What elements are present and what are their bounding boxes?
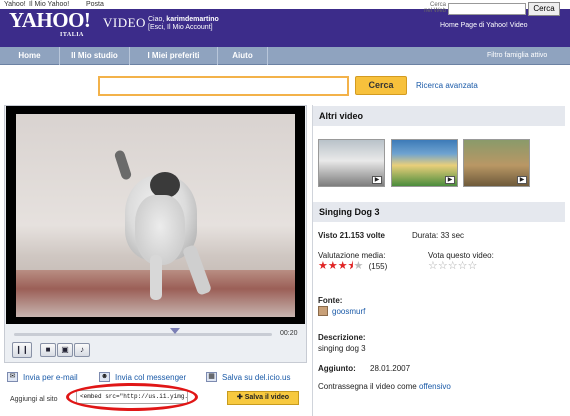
dog-head xyxy=(135,195,185,265)
star-icon: ★ xyxy=(318,260,328,272)
view-count: Visto 21.153 volte xyxy=(318,231,385,240)
main-nav: Home Il Mio studio I Miei preferiti Aiut… xyxy=(0,47,570,65)
scrubber-handle[interactable] xyxy=(170,328,180,334)
nav-mio-studio[interactable]: Il Mio studio xyxy=(60,47,130,65)
flag-text: Contrassegna il video come xyxy=(318,382,417,391)
share-email-link[interactable]: Invia per e-mail xyxy=(23,373,78,382)
share-delicious-link[interactable]: Salva su del.icio.us xyxy=(222,373,290,382)
vote-label: Vota questo video: xyxy=(428,251,494,260)
star-icon: ★ xyxy=(337,260,348,272)
plus-icon: ✚ xyxy=(236,394,245,401)
rating-count: (155) xyxy=(368,262,388,271)
source-label: Fonte: xyxy=(318,296,343,305)
timecode: 00:20 xyxy=(280,330,298,337)
other-videos-header: Altri video xyxy=(313,106,565,126)
highlight-circle xyxy=(66,383,198,411)
screen-icon: ▣ xyxy=(61,345,69,354)
top-link-yahoo[interactable]: Yahoo! xyxy=(4,1,26,8)
save-video-button[interactable]: ✚ Salva il video xyxy=(227,391,299,405)
added-label: Aggiunto: xyxy=(318,364,356,373)
vote-stars[interactable]: ☆☆☆☆☆ xyxy=(428,261,478,272)
pause-button[interactable]: ❙❙ xyxy=(12,342,32,358)
save-video-label: Salva il video xyxy=(244,394,290,401)
star-empty-icon: ★ xyxy=(353,260,364,272)
description-label: Descrizione: xyxy=(318,333,366,342)
related-video-thumbnail[interactable]: ▶ xyxy=(318,139,385,187)
star-icon: ★ xyxy=(327,260,338,272)
play-icon: ▶ xyxy=(372,176,382,184)
related-video-thumbnail[interactable]: ▶ xyxy=(463,139,530,187)
source-user-link[interactable]: goosmurf xyxy=(332,307,365,316)
logo-subtitle: ITALIA xyxy=(60,32,84,38)
web-search-button[interactable]: Cerca xyxy=(528,2,560,16)
web-search-label: Cerca nel Web xyxy=(424,2,446,14)
delicious-icon: ▦ xyxy=(206,372,217,382)
play-icon: ▶ xyxy=(445,176,455,184)
star-outline-icon[interactable]: ☆ xyxy=(438,261,448,272)
flag-video: Contrassegna il video come offensivo xyxy=(318,382,451,391)
nav-aiuto[interactable]: Aiuto xyxy=(218,47,268,65)
video-search-button[interactable]: Cerca xyxy=(355,76,407,95)
speaker-icon: ♪ xyxy=(80,345,84,354)
related-video-thumbnail[interactable]: ▶ xyxy=(391,139,458,187)
nav-preferiti[interactable]: I Miei preferiti xyxy=(130,47,218,65)
duration: Durata: 33 sec xyxy=(412,231,465,240)
star-outline-icon[interactable]: ☆ xyxy=(448,261,458,272)
yahoo-logo[interactable]: YAHOO! xyxy=(9,10,91,31)
average-rating: ★★★⯨★ (155) xyxy=(318,260,388,272)
volume-button[interactable]: ♪ xyxy=(74,343,90,357)
username: karimdemartino xyxy=(166,16,219,23)
video-search-input[interactable] xyxy=(98,76,349,96)
nav-home[interactable]: Home xyxy=(0,47,60,65)
product-name: VIDEO xyxy=(103,15,146,30)
stop-button[interactable]: ■ xyxy=(40,343,56,357)
video-title: Singing Dog 3 xyxy=(313,202,565,222)
advanced-search-link[interactable]: Ricerca avanzata xyxy=(416,81,478,90)
dog-leg xyxy=(150,255,162,300)
family-filter-status[interactable]: Filtro famiglia attivo xyxy=(487,47,547,65)
account-links[interactable]: [Esci, Il Mio Account] xyxy=(148,24,219,32)
user-greeting: Ciao, karimdemartino [Esci, Il Mio Accou… xyxy=(148,16,219,32)
messenger-icon: ☻ xyxy=(99,372,110,382)
fullscreen-button[interactable]: ▣ xyxy=(57,343,73,357)
top-link-posta[interactable]: Posta xyxy=(86,1,104,8)
flag-offensive-link[interactable]: offensivo xyxy=(419,382,451,391)
pause-icon: ❙❙ xyxy=(15,345,29,354)
email-icon: ✉ xyxy=(7,372,18,382)
greeting-text: Ciao, xyxy=(148,16,165,23)
share-messenger-link[interactable]: Invia col messenger xyxy=(115,373,186,382)
play-icon: ▶ xyxy=(517,176,527,184)
home-page-link[interactable]: Home Page di Yahoo! Video xyxy=(440,22,528,29)
web-search-input[interactable] xyxy=(448,3,526,15)
progress-track[interactable] xyxy=(14,333,272,336)
top-link-mio-yahoo[interactable]: Il Mio Yahoo! xyxy=(29,1,69,8)
star-outline-icon[interactable]: ☆ xyxy=(428,261,438,272)
stop-icon: ■ xyxy=(45,345,51,354)
rating-label: Valutazione media: xyxy=(318,251,386,260)
star-outline-icon[interactable]: ☆ xyxy=(458,261,468,272)
add-to-site-label: Aggiungi al sito xyxy=(10,396,58,403)
star-outline-icon[interactable]: ☆ xyxy=(468,261,478,272)
description-text: singing dog 3 xyxy=(318,344,366,353)
added-date: 28.01.2007 xyxy=(370,364,411,373)
user-avatar[interactable] xyxy=(318,306,328,316)
